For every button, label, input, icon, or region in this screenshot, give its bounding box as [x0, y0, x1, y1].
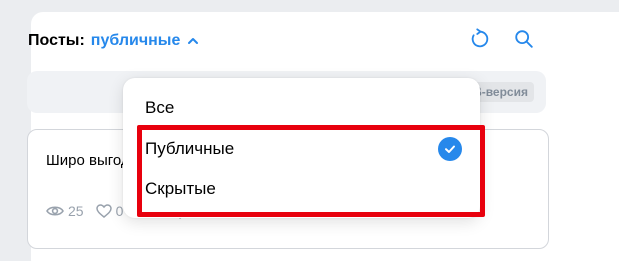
chevron-up-icon[interactable] — [186, 34, 200, 48]
views-stat: 25 — [46, 203, 84, 219]
refresh-icon[interactable] — [467, 26, 493, 52]
posts-label: Посты: — [28, 32, 85, 49]
dropdown-item-all[interactable]: Все — [145, 96, 455, 120]
heart-icon — [95, 204, 112, 218]
visibility-dropdown: Все Публичные Скрытые — [123, 78, 480, 218]
search-icon[interactable] — [511, 26, 537, 52]
checkmark-icon — [438, 137, 462, 161]
dropdown-item-hidden[interactable]: Скрытые — [145, 177, 455, 201]
dropdown-item-public[interactable]: Публичные — [145, 137, 455, 161]
eye-icon — [46, 206, 64, 216]
views-count: 25 — [68, 203, 84, 219]
posts-header: Посты: публичные — [28, 30, 200, 52]
posts-filter-toggle[interactable]: публичные — [91, 32, 181, 50]
likes-stat[interactable]: 0 — [95, 203, 123, 219]
